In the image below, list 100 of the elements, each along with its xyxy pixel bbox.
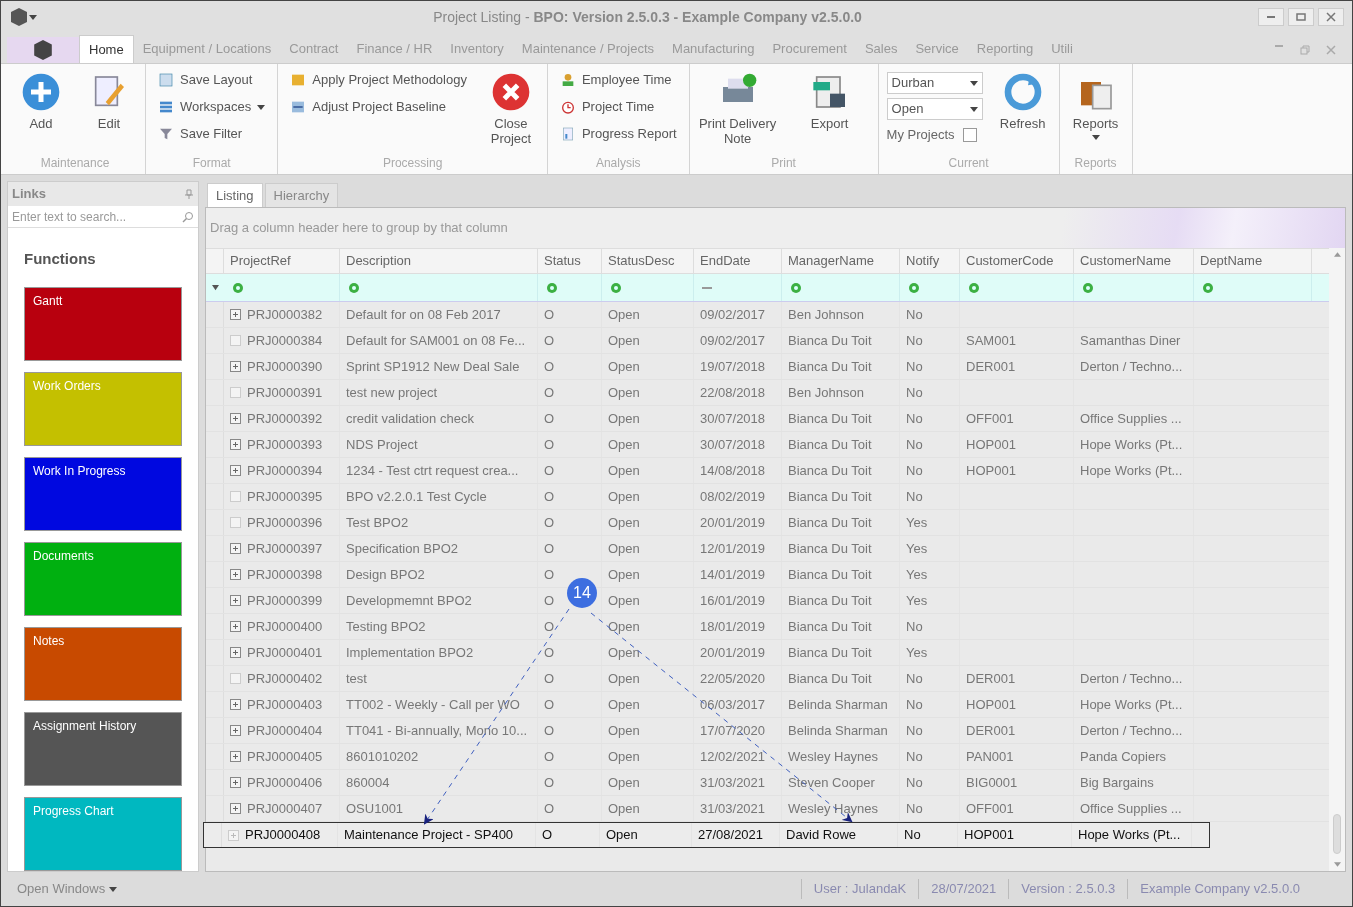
view-tab[interactable]: Hierarchy — [264, 183, 339, 207]
empty-box-icon[interactable] — [230, 491, 241, 502]
app-menu-button[interactable] — [7, 37, 79, 63]
ribbon-button[interactable]: Apply Project Methodology — [286, 68, 471, 92]
menu-tab[interactable]: Maintenance / Projects — [512, 35, 664, 63]
expand-icon[interactable] — [230, 621, 241, 632]
function-tile[interactable]: Gantt — [24, 286, 182, 361]
function-tile[interactable]: Work In Progress — [24, 456, 182, 531]
ribbon-button[interactable]: Refresh — [990, 68, 1055, 131]
column-header[interactable]: CustomerName — [1074, 249, 1194, 273]
column-header[interactable]: EndDate — [694, 249, 782, 273]
filter-condition-icon[interactable] — [908, 281, 920, 294]
grid-row[interactable]: PRJ0000384 Default for SAM001 on 08 Fe... O Open 09/02/2017 Bianca Du Toit No SAM001 Samanthas Diner — [206, 328, 1329, 354]
view-tab[interactable]: Listing — [207, 183, 263, 207]
column-header[interactable]: CustomerCode — [960, 249, 1074, 273]
filter-condition-icon[interactable] — [968, 281, 980, 294]
expand-icon[interactable] — [230, 543, 241, 554]
ribbon-button[interactable]: Add — [9, 68, 73, 131]
empty-box-icon[interactable] — [230, 673, 241, 684]
grid-row[interactable]: PRJ0000406 860004 O Open 31/03/2021 Steven Cooper No BIG0001 Big Bargains — [206, 770, 1329, 796]
minimize-button[interactable] — [1258, 8, 1284, 26]
grid-row[interactable]: PRJ0000400 Testing BPO2 O Open 18/01/2019 Bianca Du Toit No — [206, 614, 1329, 640]
ribbon-button[interactable]: Adjust Project Baseline — [286, 95, 471, 119]
open-windows-button[interactable]: Open Windows — [17, 879, 118, 899]
menu-tab[interactable]: Manufacturing — [663, 35, 764, 63]
menu-tab[interactable]: Utili — [1042, 35, 1082, 63]
restore-icon[interactable] — [1300, 45, 1310, 55]
expand-icon[interactable] — [230, 647, 241, 658]
maximize-button[interactable] — [1288, 8, 1314, 26]
empty-box-icon[interactable] — [230, 335, 241, 346]
grid-row[interactable]: PRJ0000393 NDS Project O Open 30/07/2018 Bianca Du Toit No HOP001 Hope Works (Pt... — [206, 432, 1329, 458]
expand-icon[interactable] — [230, 569, 241, 580]
ribbon-button[interactable]: Reports — [1063, 68, 1128, 140]
grid-row[interactable]: PRJ0000392 credit validation check O Open 30/07/2018 Bianca Du Toit No OFF001 Office Supplies ... — [206, 406, 1329, 432]
ribbon-button[interactable]: Progress Report — [555, 122, 681, 146]
scroll-thumb[interactable] — [1333, 814, 1341, 854]
close-icon[interactable] — [1326, 45, 1336, 55]
ribbon-button[interactable]: Save Filter — [154, 122, 270, 146]
ribbon-button[interactable]: Print Delivery Note — [693, 68, 782, 146]
column-header[interactable]: DeptName — [1194, 249, 1312, 273]
menu-tab[interactable]: Contract — [280, 35, 348, 63]
filter-condition-icon[interactable] — [1202, 281, 1214, 294]
column-header[interactable]: Description — [340, 249, 538, 273]
location-dropdown[interactable]: Durban — [886, 72, 983, 94]
expand-icon[interactable] — [230, 777, 241, 788]
function-tile[interactable]: Assignment History — [24, 711, 182, 786]
ribbon-button[interactable]: Edit — [77, 68, 141, 131]
filter-condition-icon[interactable] — [348, 281, 360, 294]
grid-row[interactable]: PRJ0000402 test O Open 22/05/2020 Bianca Du Toit No DER001 Derton / Techno... — [206, 666, 1329, 692]
expand-icon[interactable] — [230, 803, 241, 814]
grid-row[interactable]: PRJ0000403 TT002 - Weekly - Call per WO O Open 06/03/2017 Belinda Sharman No HOP001 Hope Works (Pt... — [206, 692, 1329, 718]
minimize-icon[interactable] — [1274, 45, 1284, 47]
grid-row[interactable]: PRJ0000405 8601010202 O Open 12/02/2021 Wesley Haynes No PAN001 Panda Copiers — [206, 744, 1329, 770]
expand-icon[interactable] — [230, 413, 241, 424]
ribbon-button[interactable]: Export — [785, 68, 874, 131]
app-logo-icon[interactable] — [9, 7, 29, 27]
grid-row[interactable]: PRJ0000408 Maintenance Project - SP400 O Open 27/08/2021 David Rowe No HOP001 Hope Works (Pt... — [203, 822, 1210, 848]
grid-row[interactable]: PRJ0000394 1234 - Test ctrt request crea... O Open 14/08/2018 Bianca Du Toit No HOP001 Hope Works (Pt... — [206, 458, 1329, 484]
function-tile[interactable]: Progress Chart — [24, 796, 182, 871]
empty-box-icon[interactable] — [230, 517, 241, 528]
menu-tab[interactable]: Procurement — [763, 35, 856, 63]
equals-icon[interactable] — [702, 285, 712, 290]
menu-tab[interactable]: Home — [79, 35, 134, 63]
pin-icon[interactable] — [184, 189, 194, 199]
grid-row[interactable]: PRJ0000390 Sprint SP1912 New Deal Sale O Open 19/07/2018 Bianca Du Toit No DER001 Derton / Techno... — [206, 354, 1329, 380]
close-button[interactable] — [1318, 8, 1344, 26]
filter-condition-icon[interactable] — [1082, 281, 1094, 294]
filter-condition-icon[interactable] — [232, 281, 244, 294]
grid-row[interactable]: PRJ0000401 Implementation BPO2 O Open 20/01/2019 Bianca Du Toit Yes — [206, 640, 1329, 666]
ribbon-button[interactable]: Workspaces — [154, 95, 270, 119]
expand-icon[interactable] — [230, 725, 241, 736]
grid-row[interactable]: PRJ0000391 test new project O Open 22/08/2018 Ben Johnson No — [206, 380, 1329, 406]
menu-tab[interactable]: Service — [906, 35, 968, 63]
expand-icon[interactable] — [230, 439, 241, 450]
function-tile[interactable]: Notes — [24, 626, 182, 701]
column-header[interactable]: ManagerName — [782, 249, 900, 273]
ribbon-button[interactable]: Employee Time — [555, 68, 681, 92]
grid-row[interactable]: PRJ0000404 TT041 - Bi-annually, Mono 10... O Open 17/07/2020 Belinda Sharman No DER001 Derton / Techno... — [206, 718, 1329, 744]
grid-row[interactable]: PRJ0000396 Test BPO2 O Open 20/01/2019 Bianca Du Toit Yes — [206, 510, 1329, 536]
column-header[interactable]: StatusDesc — [602, 249, 694, 273]
expand-icon[interactable] — [230, 309, 241, 320]
column-header[interactable]: ProjectRef — [224, 249, 340, 273]
ribbon-button[interactable]: Close Project — [478, 68, 543, 146]
menu-tab[interactable]: Finance / HR — [347, 35, 442, 63]
column-header[interactable]: Notify — [900, 249, 960, 273]
menu-tab[interactable]: Reporting — [967, 35, 1043, 63]
expand-icon[interactable] — [230, 595, 241, 606]
search-field[interactable]: Enter text to search... — [12, 207, 178, 226]
checkbox[interactable] — [962, 128, 977, 142]
function-tile[interactable]: Documents — [24, 541, 182, 616]
column-header[interactable]: Status — [538, 249, 602, 273]
empty-box-icon[interactable] — [230, 387, 241, 398]
menu-tab[interactable]: Inventory — [441, 35, 513, 63]
expand-icon[interactable] — [230, 361, 241, 372]
filter-condition-icon[interactable] — [546, 281, 558, 294]
grid-row[interactable]: PRJ0000395 BPO v2.2.0.1 Test Cycle O Open 08/02/2019 Bianca Du Toit No — [206, 484, 1329, 510]
menu-tab[interactable]: Equipment / Locations — [133, 35, 281, 63]
location-dropdown[interactable]: Open — [886, 98, 983, 120]
expand-icon[interactable] — [230, 751, 241, 762]
grid-row[interactable]: PRJ0000397 Specification BPO2 O Open 12/01/2019 Bianca Du Toit Yes — [206, 536, 1329, 562]
